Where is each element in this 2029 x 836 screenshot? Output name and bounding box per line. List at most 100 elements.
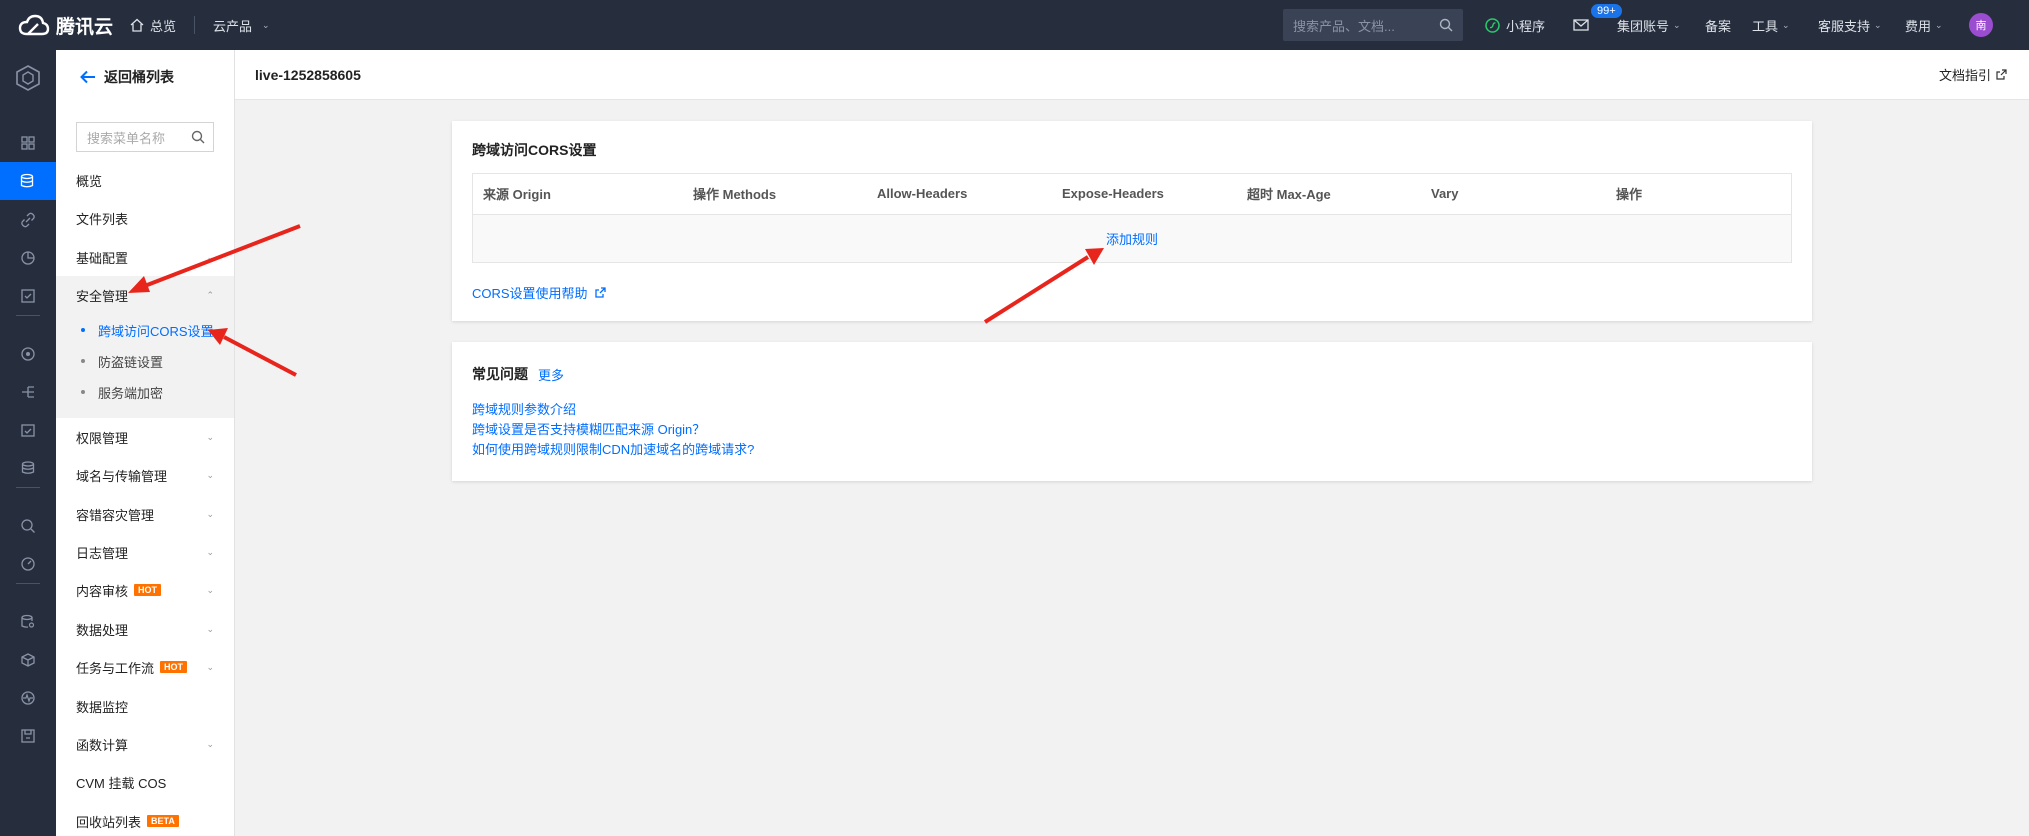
sidebar-item-data-processing[interactable]: 数据处理 ⌄ (56, 610, 234, 648)
faq-more-link[interactable]: 更多 (538, 365, 564, 384)
link-icon (20, 212, 36, 228)
bucket-name: live-1252858605 (255, 66, 361, 83)
sidebar-item-label: 域名与传输管理 (76, 468, 168, 484)
rail-home[interactable] (0, 56, 56, 100)
search-icon[interactable] (1439, 18, 1453, 32)
sidebar-subitem-label: 服务端加密 (98, 385, 164, 401)
nav-divider (194, 16, 196, 34)
sidebar-subitem-encryption[interactable]: 服务端加密 (56, 377, 234, 407)
external-link-icon (1996, 69, 2007, 80)
rail-audit[interactable] (0, 277, 56, 315)
rail-database[interactable] (0, 449, 56, 487)
sidebar-item-workflow[interactable]: 任务与工作流 HOT ⌄ (56, 648, 234, 686)
rail-tasks[interactable] (0, 411, 56, 449)
rail-cos[interactable] (0, 162, 56, 200)
cors-rules-table: 来源 Origin 操作 Methods Allow-Headers Expos… (473, 174, 1791, 262)
sidebar-item-security[interactable]: 安全管理 ⌃ (56, 276, 234, 314)
menu-search-input[interactable]: 搜索菜单名称 (76, 122, 214, 152)
chevron-down-icon: ⌄ (206, 251, 214, 262)
sidebar-item-log[interactable]: 日志管理 ⌄ (56, 533, 234, 571)
chevron-down-icon: ⌄ (206, 661, 214, 672)
rail-search[interactable] (0, 507, 56, 545)
storage-search-icon (20, 614, 36, 630)
nav-beian[interactable]: 备案 (1705, 0, 1731, 50)
doc-guide-link[interactable]: 文档指引 (1939, 65, 2007, 84)
faq-link[interactable]: 如何使用跨域规则限制CDN加速域名的跨域请求? (472, 440, 754, 460)
faq-link[interactable]: 跨域设置是否支持模糊匹配来源 Origin？ (472, 420, 754, 440)
sidebar-item-basic-config[interactable]: 基础配置 ⌄ (56, 238, 234, 276)
rail-analytics[interactable] (0, 239, 56, 277)
rail-save[interactable] (0, 717, 56, 755)
column-header-vary: Vary (1421, 174, 1606, 215)
chevron-down-icon: ⌄ (1874, 19, 1882, 30)
back-to-bucket-list[interactable]: 返回桶列表 (80, 66, 174, 88)
sidebar-item-label: 回收站列表 (76, 814, 142, 830)
column-header-max-age: 超时 Max-Age (1237, 174, 1421, 215)
add-rule-link[interactable]: 添加规则 (1106, 232, 1158, 247)
chevron-down-icon: ⌄ (206, 738, 214, 749)
hot-tag: HOT (134, 584, 162, 596)
sidebar-item-monitoring[interactable]: 数据监控 (56, 687, 234, 725)
sidebar-item-file-list[interactable]: 文件列表 (56, 199, 234, 237)
sidebar-item-content-review[interactable]: 内容审核 HOT ⌄ (56, 571, 234, 609)
cors-title: 跨域访问CORS设置 (472, 142, 597, 158)
faq-title: 常见问题 (472, 366, 528, 382)
search-icon[interactable] (191, 130, 205, 144)
rail-monitor[interactable] (0, 335, 56, 373)
sidebar-item-label: 日志管理 (76, 545, 129, 561)
storage-icon (20, 173, 36, 189)
sidebar-item-function[interactable]: 函数计算 ⌄ (56, 725, 234, 763)
menu-search-placeholder: 搜索菜单名称 (87, 130, 166, 146)
rail-topology[interactable] (0, 373, 56, 411)
faq-list: 跨域规则参数介绍 跨域设置是否支持模糊匹配来源 Origin？ 如何使用跨域规则… (472, 400, 754, 460)
box-icon (20, 652, 36, 668)
external-link-icon (594, 287, 606, 298)
sidebar-item-overview[interactable]: 概览 (56, 161, 234, 199)
back-label: 返回桶列表 (104, 69, 174, 85)
sidebar-item-cvm[interactable]: CVM 挂载 COS (56, 763, 234, 801)
nav-products[interactable]: 云产品 ⌄ (213, 16, 270, 35)
product-icon-rail (0, 50, 56, 836)
sidebar-item-label: 基础配置 (76, 250, 129, 266)
sidebar-item-disaster[interactable]: 容错容灾管理 ⌄ (56, 495, 234, 533)
rail-pulse[interactable] (0, 679, 56, 717)
nav-group-account[interactable]: 集团账号 ⌄ (1617, 0, 1681, 50)
grid-icon (20, 135, 36, 151)
faq-link[interactable]: 跨域规则参数介绍 (472, 400, 754, 420)
rail-storage-gateway[interactable] (0, 603, 56, 641)
sidebar-item-domain[interactable]: 域名与传输管理 ⌄ (56, 456, 234, 494)
brand-logo[interactable]: 腾讯云 (18, 12, 130, 39)
user-avatar[interactable]: 南 (1969, 13, 1993, 37)
top-search-placeholder: 搜索产品、文档... (1293, 18, 1395, 34)
rail-ci[interactable] (0, 641, 56, 679)
rail-speed[interactable] (0, 545, 56, 583)
sidebar-item-recycle[interactable]: 回收站列表 BETA (56, 802, 234, 836)
chevron-down-icon: ⌄ (1673, 19, 1681, 30)
nav-mini-program[interactable]: 小程序 (1485, 0, 1545, 50)
sidebar-subitem-label: 跨域访问CORS设置 (98, 323, 214, 339)
rail-link[interactable] (0, 201, 56, 239)
top-search-input[interactable]: 搜索产品、文档... (1283, 9, 1463, 41)
nav-tools[interactable]: 工具 ⌄ (1752, 0, 1790, 50)
rail-dashboard[interactable] (0, 124, 56, 162)
nav-messages[interactable] (1573, 0, 1589, 50)
column-header-methods: 操作 Methods (683, 174, 867, 215)
sidebar-subitem-cors[interactable]: 跨域访问CORS设置 (56, 315, 234, 345)
nav-overview[interactable]: 总览 (130, 16, 176, 35)
nav-billing[interactable]: 费用 ⌄ (1905, 0, 1943, 50)
sidebar-item-label: 内容审核 (76, 583, 129, 599)
chevron-down-icon: ⌄ (206, 431, 214, 442)
column-header-origin: 来源 Origin (473, 174, 683, 215)
sidebar-subitem-label: 防盗链设置 (98, 354, 164, 370)
sidebar-subitem-hotlink[interactable]: 防盗链设置 (56, 346, 234, 376)
empty-row-cell: 添加规则 (473, 214, 1791, 262)
cors-help-link[interactable]: CORS设置使用帮助 (472, 283, 606, 302)
chevron-down-icon: ⌄ (262, 19, 270, 30)
sidebar-item-permission[interactable]: 权限管理 ⌄ (56, 418, 234, 456)
cors-help-label: CORS设置使用帮助 (472, 286, 588, 301)
top-navbar: 腾讯云 总览 云产品 ⌄ 搜索产品、文档... 小程序 99+ 集团账号 ⌄ 备… (0, 0, 2029, 50)
chevron-down-icon: ⌄ (206, 469, 214, 480)
sidebar-item-label: 权限管理 (76, 430, 129, 446)
nav-support[interactable]: 客服支持 ⌄ (1818, 0, 1882, 50)
column-header-allow-headers: Allow-Headers (867, 174, 1052, 215)
